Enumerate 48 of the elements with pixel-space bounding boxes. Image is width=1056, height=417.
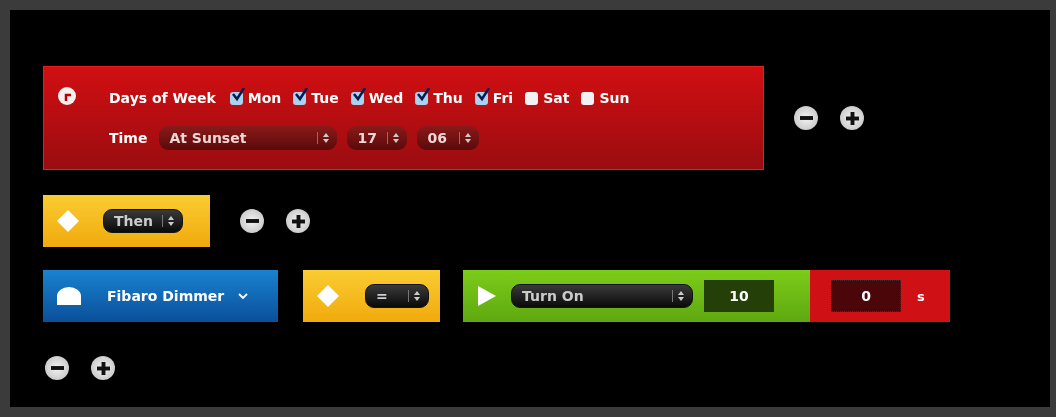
day-checkbox[interactable]: Sun	[581, 90, 630, 106]
minus-icon	[799, 116, 813, 120]
lamp-icon	[55, 286, 83, 306]
checkmark-icon	[351, 87, 366, 102]
up-down-arrows-icon	[459, 132, 472, 144]
delay-field[interactable]: 0	[831, 280, 901, 312]
day-checkbox[interactable]: Fri	[474, 90, 514, 106]
remove-button[interactable]	[240, 209, 264, 233]
minus-icon	[245, 219, 259, 223]
day-checkbox[interactable]: Wed	[350, 90, 404, 106]
unit-label: s	[917, 288, 925, 304]
plus-icon	[96, 361, 110, 375]
remove-button[interactable]	[794, 106, 818, 130]
chevron-down-icon	[238, 293, 249, 299]
days-label: Days of Week	[109, 90, 216, 106]
device-dropdown[interactable]: Fibaro Dimmer	[43, 270, 278, 322]
remove-button[interactable]	[45, 356, 69, 380]
value-field[interactable]: 10	[704, 280, 774, 312]
plus-icon	[291, 214, 305, 228]
up-down-arrows-icon	[317, 132, 330, 144]
diamond-icon	[56, 209, 80, 233]
clock-icon	[57, 86, 77, 106]
minus-icon	[50, 366, 64, 370]
time-select[interactable]: 17	[347, 126, 408, 150]
play-icon	[477, 285, 497, 307]
up-down-arrows-icon	[162, 215, 174, 227]
add-button[interactable]	[91, 356, 115, 380]
up-down-arrows-icon	[387, 132, 400, 144]
time-select[interactable]: At Sunset	[159, 126, 338, 150]
day-checkbox[interactable]: Thu	[415, 90, 463, 106]
day-checkbox[interactable]: Tue	[293, 90, 339, 106]
time-select[interactable]: 06	[417, 126, 480, 150]
checkmark-icon	[475, 87, 490, 102]
checkmark-icon	[230, 87, 245, 102]
up-down-arrows-icon	[672, 290, 684, 302]
plus-icon	[845, 111, 859, 125]
then-select[interactable]: Then	[103, 209, 183, 233]
checkmark-icon	[294, 87, 309, 102]
time-label: Time	[109, 130, 148, 146]
up-down-arrows-icon	[408, 290, 420, 302]
add-button[interactable]	[286, 209, 310, 233]
operator-select[interactable]: =	[365, 284, 429, 308]
command-select[interactable]: Turn On	[511, 284, 693, 308]
checkmark-icon	[416, 87, 431, 102]
add-button[interactable]	[840, 106, 864, 130]
diamond-icon	[316, 284, 340, 308]
day-checkbox[interactable]: Sat	[525, 90, 570, 106]
day-checkbox[interactable]: Mon	[229, 90, 282, 106]
